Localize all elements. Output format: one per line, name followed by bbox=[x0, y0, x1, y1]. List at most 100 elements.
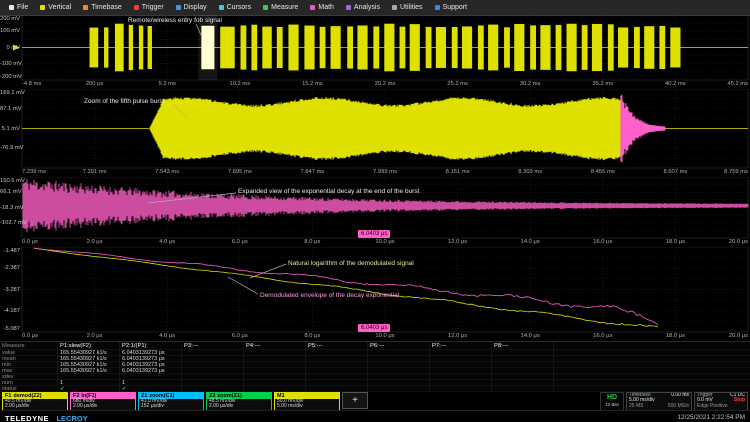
y-axis-label: -1.487 bbox=[0, 248, 20, 254]
measure-col-header[interactable]: P5:--- bbox=[306, 342, 368, 350]
x-axis-label: 40.2 ms bbox=[665, 81, 686, 87]
trace-descriptor-z2[interactable]: Z2zoom(Z1)48.5 mV/div2.00 μs/div bbox=[206, 392, 272, 411]
analysis-icon bbox=[346, 5, 351, 10]
x-axis-label: 14.0 μs bbox=[521, 239, 540, 245]
x-axis-label: 2.0 μs bbox=[87, 333, 103, 339]
x-axis-label: 7.391 ms bbox=[83, 169, 107, 175]
menu-item-display[interactable]: Display bbox=[170, 0, 213, 15]
y-axis-label: -4.187 bbox=[0, 308, 20, 314]
menu-item-label: Vertical bbox=[48, 4, 71, 11]
x-axis-label: 7.847 ms bbox=[300, 169, 324, 175]
trace-descriptor-z1[interactable]: Z1zoom(C1)41.0 mV/div152 μs/div bbox=[138, 392, 204, 411]
x-axis-label: 6.0 μs bbox=[232, 333, 248, 339]
x-axis-label: 45.2 ms bbox=[727, 81, 748, 87]
cursor-readout[interactable]: 6.0403 μs bbox=[358, 230, 390, 238]
x-axis-label: 7.543 ms bbox=[155, 169, 179, 175]
x-axis-label: 8.303 ms bbox=[518, 169, 542, 175]
annotation: Expanded view of the exponential decay a… bbox=[238, 188, 419, 195]
fob-signal-plot[interactable] bbox=[0, 15, 750, 89]
hd-resolution-badge: HD 12 Bits bbox=[600, 392, 624, 411]
teledyne-lecroy-logo: TELEDYNE LECROY bbox=[5, 408, 88, 422]
x-axis-label: 8.0 μs bbox=[304, 333, 320, 339]
display-icon bbox=[176, 5, 181, 10]
horizontal-scale: 152 μs/div bbox=[139, 404, 203, 409]
menu-item-support[interactable]: Support bbox=[429, 0, 474, 15]
y-axis-label: -76.9 mV bbox=[0, 145, 20, 151]
x-axis-label: 5.2 ms bbox=[158, 81, 175, 87]
menu-item-label: Cursors bbox=[227, 4, 252, 11]
x-axis-label: 20.0 μs bbox=[729, 239, 748, 245]
waveform-panel-zoom-burst: 169.1 mV87.1 mV5.1 mV-76.9 mV7.239 ms7.3… bbox=[0, 89, 750, 177]
x-axis-label: 7.239 ms bbox=[22, 169, 46, 175]
menu-item-analysis[interactable]: Analysis bbox=[340, 0, 386, 15]
clock: 12/25/2021 2:22:54 PM bbox=[677, 414, 745, 421]
x-axis-label: 4.0 μs bbox=[159, 333, 175, 339]
add-trace-button[interactable]: + bbox=[342, 392, 368, 409]
measure-col-header[interactable]: P7:--- bbox=[430, 342, 492, 350]
y-axis-label: 5.1 mV bbox=[0, 126, 20, 132]
menu-item-trigger[interactable]: Trigger bbox=[128, 0, 170, 15]
menu-item-utilities[interactable]: Utilities bbox=[386, 0, 429, 15]
y-axis-label: 169.1 mV bbox=[0, 90, 20, 96]
support-icon bbox=[435, 5, 440, 10]
menu-item-cursors[interactable]: Cursors bbox=[213, 0, 258, 15]
x-axis-label: 0.0 μs bbox=[22, 239, 38, 245]
x-axis-label: 16.0 μs bbox=[593, 333, 612, 339]
y-axis-label: -2.387 bbox=[0, 265, 20, 271]
menu-bar: File Vertical TimebaseTriggerDisplay Cursor… bbox=[0, 0, 750, 16]
waveform-panel-fob-signal: 200 mV100 mV0 mV-100 mV-200 mV-4.8 ms200… bbox=[0, 15, 750, 89]
x-axis-label: 25.2 ms bbox=[447, 81, 468, 87]
timebase-sample-rate: 500 MS/s bbox=[668, 404, 689, 409]
menu-item-math[interactable]: Math bbox=[304, 0, 340, 15]
measure-icon bbox=[263, 5, 268, 10]
annotation: Remote/wireless entry fob signal bbox=[128, 17, 222, 24]
y-axis-label: -102.7 mV bbox=[0, 220, 20, 226]
measure-col-header[interactable]: P1:slew(F2) bbox=[58, 342, 120, 350]
x-axis-label: 20.2 ms bbox=[375, 81, 396, 87]
x-axis-label: 15.2 ms bbox=[302, 81, 323, 87]
menu-item-label: File bbox=[17, 4, 28, 11]
trace-descriptor-row: F1demod(Z2)40.5 mV/div2.00 μs/divF2ln(F1… bbox=[2, 392, 750, 409]
annotation: Demodulated envelope of the decay expone… bbox=[260, 292, 399, 299]
measure-col-header[interactable]: P6:--- bbox=[368, 342, 430, 350]
measure-col-header[interactable]: P2:1/(P1) bbox=[120, 342, 182, 350]
x-axis-label: 0.0 μs bbox=[22, 333, 38, 339]
x-axis-label: 14.0 μs bbox=[521, 333, 540, 339]
trigger-summary[interactable]: Trigger C1 DC 0.0 mV Stop Edge Positive bbox=[694, 392, 748, 411]
x-axis-label: 18.0 μs bbox=[666, 239, 685, 245]
status-bar: TELEDYNE LECROY 12/25/2021 2:22:54 PM bbox=[0, 410, 750, 422]
menu-item-timebase[interactable]: Timebase bbox=[77, 0, 127, 15]
measure-filler bbox=[554, 342, 750, 350]
brand-teledyne: TELEDYNE bbox=[5, 414, 49, 422]
timebase-summary[interactable]: Timebase 0.00 ms 5.00 ms/div 25 MS 500 M… bbox=[626, 392, 692, 411]
trigger-mode: Stop bbox=[734, 398, 745, 403]
y-axis-label: -18.3 mV bbox=[0, 205, 20, 211]
measure-col-header[interactable]: P8:--- bbox=[492, 342, 554, 350]
x-axis-label: 20.0 μs bbox=[729, 333, 748, 339]
measure-col-header[interactable]: P3:--- bbox=[182, 342, 244, 350]
x-axis-label: -4.8 ms bbox=[22, 81, 41, 87]
menu-item-vertical[interactable]: Vertical bbox=[34, 0, 77, 15]
x-axis-label: 35.2 ms bbox=[592, 81, 613, 87]
trigger-kind: Edge Positive bbox=[697, 404, 728, 409]
menu-item-label: Support bbox=[443, 4, 468, 11]
x-axis-label: 8.455 ms bbox=[591, 169, 615, 175]
measure-table: MeasureP1:slew(F2)P2:1/(P1)P3:---P4:---P… bbox=[0, 341, 750, 392]
menu-item-file[interactable]: File bbox=[3, 0, 34, 15]
y-axis-label: 0 mV bbox=[0, 45, 20, 51]
x-axis-label: 12.0 μs bbox=[448, 333, 467, 339]
x-axis-label: 8.607 ms bbox=[663, 169, 687, 175]
horizontal-scale: 2.00 μs/div bbox=[207, 404, 271, 409]
cursor-readout[interactable]: 6.0403 μs bbox=[358, 324, 390, 332]
utilities-icon bbox=[392, 5, 397, 10]
y-axis-label: -3.287 bbox=[0, 287, 20, 293]
hd-label: HD bbox=[601, 393, 623, 402]
x-axis-label: 7.999 ms bbox=[373, 169, 397, 175]
x-axis-label: 6.0 μs bbox=[232, 239, 248, 245]
menu-item-measure[interactable]: Measure bbox=[257, 0, 304, 15]
y-axis-label: -5.087 bbox=[0, 326, 20, 332]
trace-descriptor-m1[interactable]: M150.0 mV/div5.00 ms/div bbox=[274, 392, 340, 411]
x-axis-label: 16.0 μs bbox=[593, 239, 612, 245]
x-axis-label: 7.695 ms bbox=[228, 169, 252, 175]
measure-col-header[interactable]: P4:--- bbox=[244, 342, 306, 350]
